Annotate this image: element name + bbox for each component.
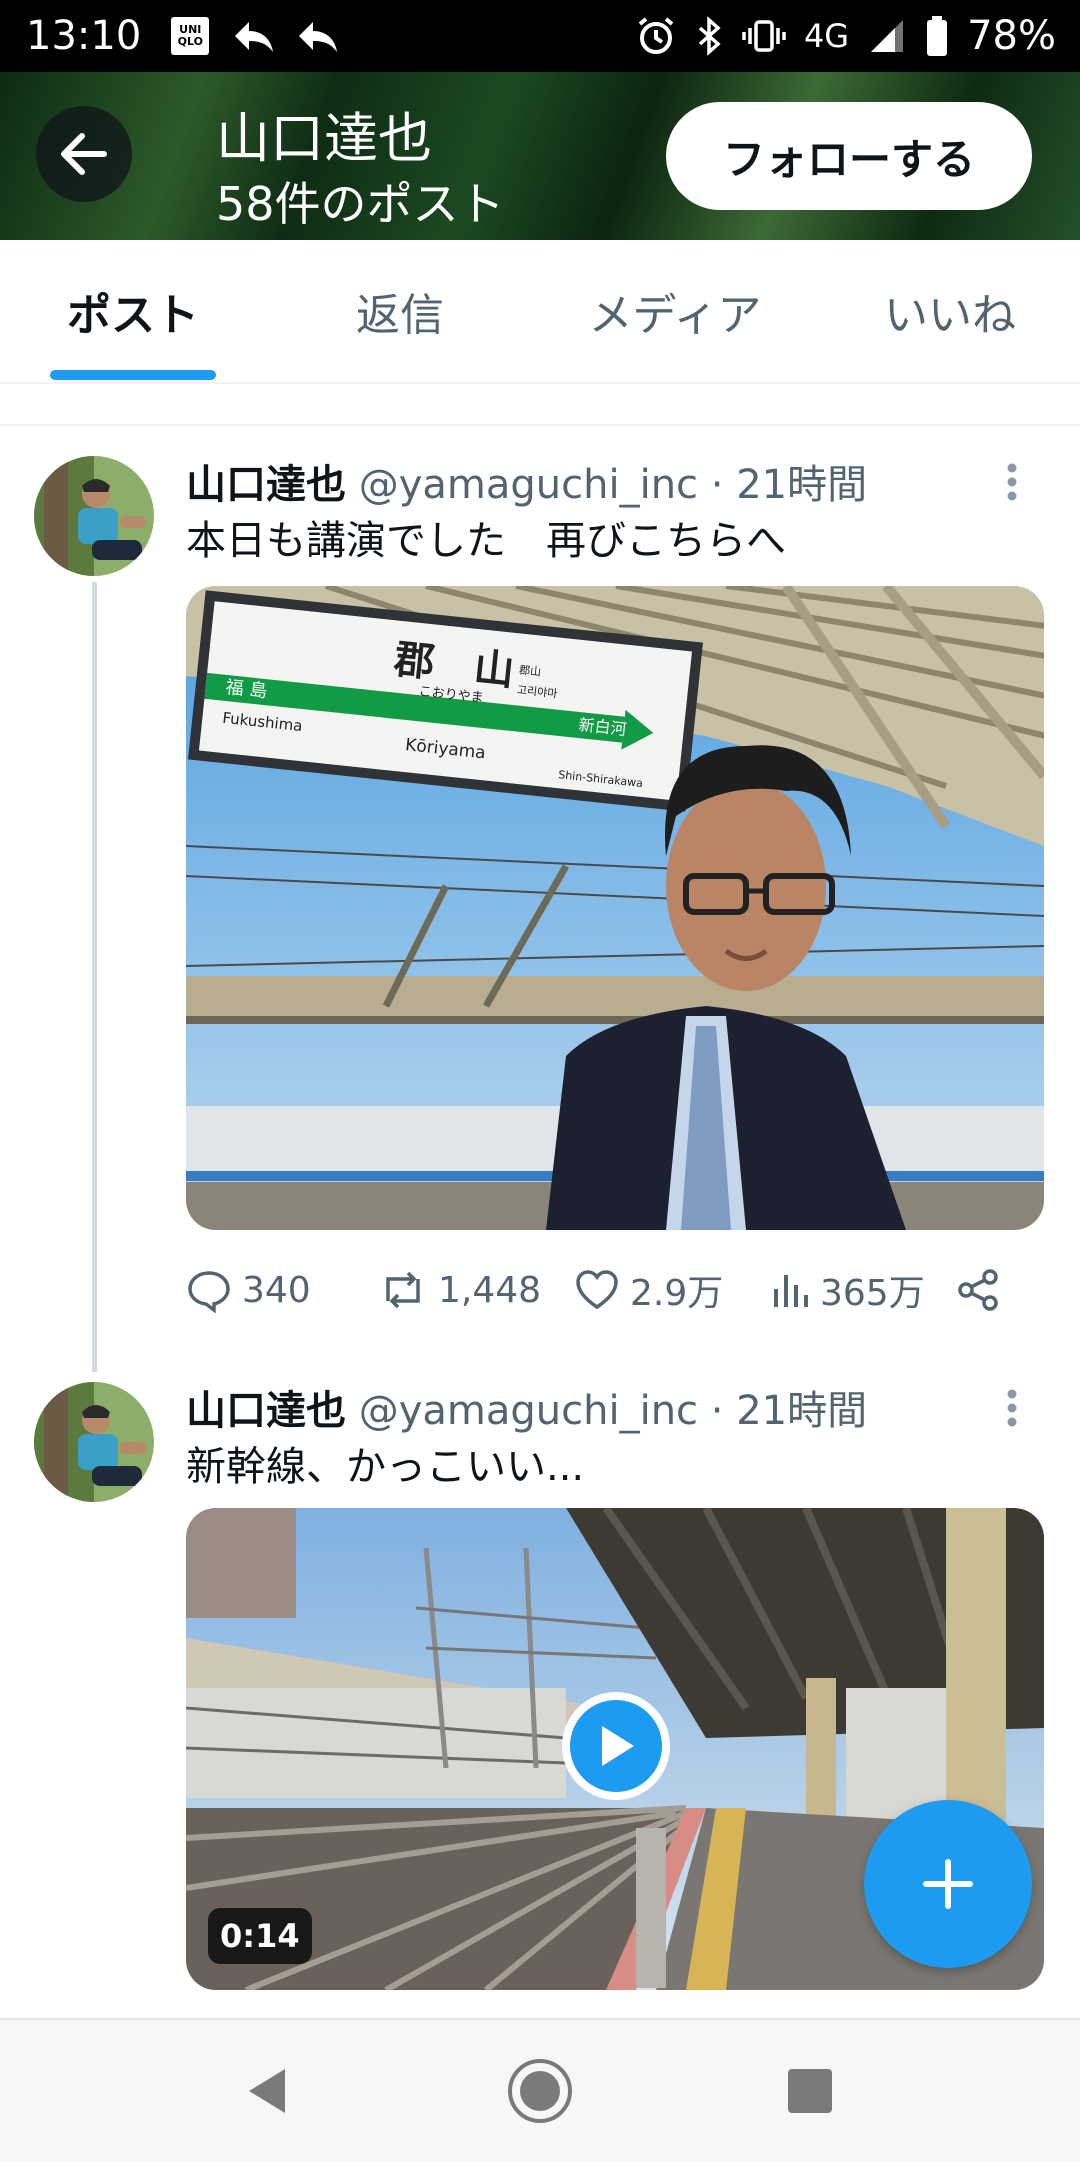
tab-posts[interactable]: ポスト: [30, 240, 236, 382]
nav-back-button[interactable]: [208, 2020, 328, 2162]
tab-replies[interactable]: 返信: [300, 240, 500, 382]
avatar[interactable]: [34, 1382, 154, 1502]
follow-button[interactable]: フォローする: [666, 102, 1032, 210]
reply-icon: [188, 1271, 230, 1313]
reply-arrow-icon: [295, 16, 339, 56]
status-time: 13:10: [26, 13, 142, 59]
signal-icon: [867, 16, 907, 56]
divider: [0, 424, 1080, 426]
alarm-icon: [636, 16, 676, 56]
uniqlo-icon: UNI QLO: [171, 17, 210, 55]
share-icon: [958, 1269, 998, 1311]
profile-name: 山口達也: [216, 107, 432, 170]
tweet-header: 山口達也 @yamaguchi_inc · 21時間: [186, 1378, 867, 1436]
active-tab-indicator: [50, 370, 216, 380]
battery-percent: 78%: [967, 13, 1056, 59]
play-button[interactable]: [562, 1692, 670, 1800]
profile-header: 山口達也 58件のポスト フォローする: [0, 72, 1080, 240]
system-nav-bar: [0, 2018, 1080, 2162]
tweet-text: 本日も講演でした 再びこちらへ: [186, 518, 786, 564]
square-recents-icon: [788, 2069, 832, 2113]
battery-icon: [925, 15, 949, 57]
tweet[interactable]: 山口達也 @yamaguchi_inc · 21時間 本日も講演でした 再びこち…: [0, 440, 1080, 1340]
retweet-button[interactable]: 1,448: [378, 1260, 541, 1320]
back-button[interactable]: [36, 106, 132, 202]
tweet-handle[interactable]: @yamaguchi_inc: [359, 1388, 698, 1434]
heart-icon: [576, 1270, 618, 1310]
share-button[interactable]: [956, 1260, 1002, 1320]
circle-home-icon: [508, 2059, 572, 2123]
network-type: 4G: [803, 17, 850, 55]
triangle-back-icon: [249, 2069, 285, 2113]
vibrate-icon: [742, 16, 786, 56]
tweet-handle[interactable]: @yamaguchi_inc: [359, 462, 698, 508]
tweet-time: · 21時間: [710, 462, 868, 508]
plus-icon: [923, 1859, 973, 1909]
views-button[interactable]: 365万: [770, 1260, 925, 1320]
views-count: 365万: [820, 1273, 925, 1314]
like-count: 2.9万: [630, 1273, 724, 1314]
tweet-author-name[interactable]: 山口達也: [186, 462, 346, 508]
nav-home-button[interactable]: [480, 2020, 600, 2162]
retweet-count: 1,448: [438, 1269, 542, 1311]
reply-arrow-icon: [231, 16, 275, 56]
tweet-time: · 21時間: [710, 1388, 868, 1434]
compose-button[interactable]: [864, 1800, 1032, 1968]
bluetooth-icon: [694, 16, 724, 56]
analytics-icon: [774, 1275, 808, 1307]
sign-left-kanji: 福 島: [225, 677, 269, 702]
tab-media[interactable]: メディア: [560, 240, 790, 382]
reply-count: 340: [242, 1269, 311, 1311]
profile-tabs: ポスト 返信 メディア いいね: [0, 240, 1080, 384]
video-duration: 0:14: [208, 1908, 312, 1964]
tweet-header: 山口達也 @yamaguchi_inc · 21時間: [186, 452, 867, 510]
avatar[interactable]: [34, 456, 154, 576]
tweet-photo[interactable]: 郡 山 こおりやま 郡山 고리야마 福 島 Fukushima Kōriyama…: [186, 586, 1044, 1230]
status-bar: 13:10 UNI QLO 4G 78%: [0, 0, 1080, 72]
play-icon: [602, 1726, 634, 1766]
nav-recents-button[interactable]: [750, 2020, 870, 2162]
reply-button[interactable]: 340: [186, 1260, 311, 1320]
tweet-text: 新幹線、かっこいい...: [186, 1444, 585, 1490]
sign-small-kanji: 郡山: [518, 664, 541, 679]
tab-likes[interactable]: いいね: [850, 240, 1050, 382]
tweet-author-name[interactable]: 山口達也: [186, 1388, 346, 1434]
like-button[interactable]: 2.9万: [574, 1260, 723, 1320]
retweet-icon: [386, 1271, 420, 1309]
post-count: 58件のポスト: [216, 177, 505, 231]
more-options-icon[interactable]: [1006, 1388, 1018, 1432]
tweet-actions: 340 1,448 2.9万 365万: [186, 1260, 1044, 1320]
more-options-icon[interactable]: [1006, 462, 1018, 506]
arrow-left-icon: [61, 133, 107, 175]
